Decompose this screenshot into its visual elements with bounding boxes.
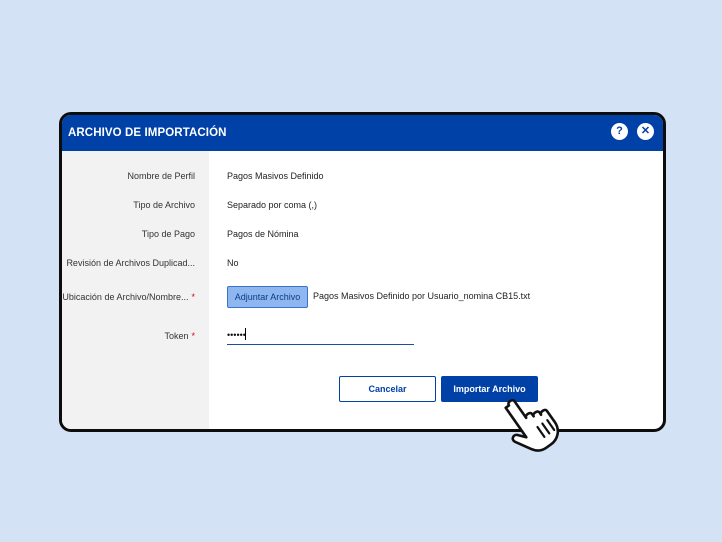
header-icons: ? ✕ <box>611 123 654 140</box>
file-type-value: Separado por coma (,) <box>227 200 318 210</box>
attach-file-button[interactable]: Adjuntar Archivo <box>227 286 308 308</box>
attached-file-name: Pagos Masivos Definido por Usuario_nomin… <box>313 291 531 301</box>
help-icon[interactable]: ? <box>611 123 628 140</box>
duplicate-review-value: No <box>227 258 239 268</box>
profile-name-label: Nombre de Perfil <box>127 171 195 181</box>
hand-pointer-icon <box>504 398 560 452</box>
labels-column: Nombre de Perfil Tipo de Archivo Tipo de… <box>62 151 209 429</box>
token-label: Token * <box>164 331 195 341</box>
required-mark: * <box>191 331 195 341</box>
text-caret <box>245 328 246 340</box>
close-icon[interactable]: ✕ <box>637 123 654 140</box>
payment-type-value: Pagos de Nómina <box>227 229 299 239</box>
token-label-text: Token <box>164 331 189 341</box>
token-input[interactable] <box>227 325 414 345</box>
dialog-title: ARCHIVO DE IMPORTACIÓN <box>68 127 227 139</box>
required-mark: * <box>191 292 195 302</box>
file-type-label: Tipo de Archivo <box>133 200 195 210</box>
profile-name-value: Pagos Masivos Definido <box>227 171 324 181</box>
file-location-label: Ubicación de Archivo/Nombre... * <box>62 292 195 302</box>
import-file-dialog: ARCHIVO DE IMPORTACIÓN ? ✕ Nombre de Per… <box>59 112 666 432</box>
cancel-button[interactable]: Cancelar <box>339 376 436 402</box>
duplicate-review-label: Revisión de Archivos Duplicad... <box>66 258 195 268</box>
file-location-label-text: Ubicación de Archivo/Nombre... <box>62 292 189 302</box>
dialog-header: ARCHIVO DE IMPORTACIÓN ? ✕ <box>62 115 663 151</box>
payment-type-label: Tipo de Pago <box>141 229 195 239</box>
